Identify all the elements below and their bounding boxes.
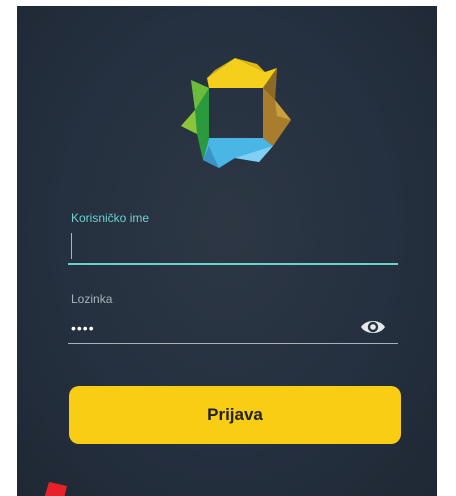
password-field[interactable]: Lozinka •••• <box>68 288 398 350</box>
username-underline <box>68 263 398 265</box>
username-field[interactable]: Korisničko ime <box>68 206 398 268</box>
login-button[interactable]: Prijava <box>69 386 401 444</box>
password-underline <box>68 343 398 344</box>
password-value[interactable]: •••• <box>71 320 95 336</box>
password-label: Lozinka <box>71 292 113 306</box>
login-screen: Korisničko ime Lozinka •••• Prijava <box>17 6 437 496</box>
text-caret <box>71 233 72 259</box>
app-logo <box>181 58 291 168</box>
username-label: Korisničko ime <box>71 211 150 225</box>
red-shape-icon <box>44 482 67 496</box>
eye-icon[interactable] <box>360 318 386 336</box>
